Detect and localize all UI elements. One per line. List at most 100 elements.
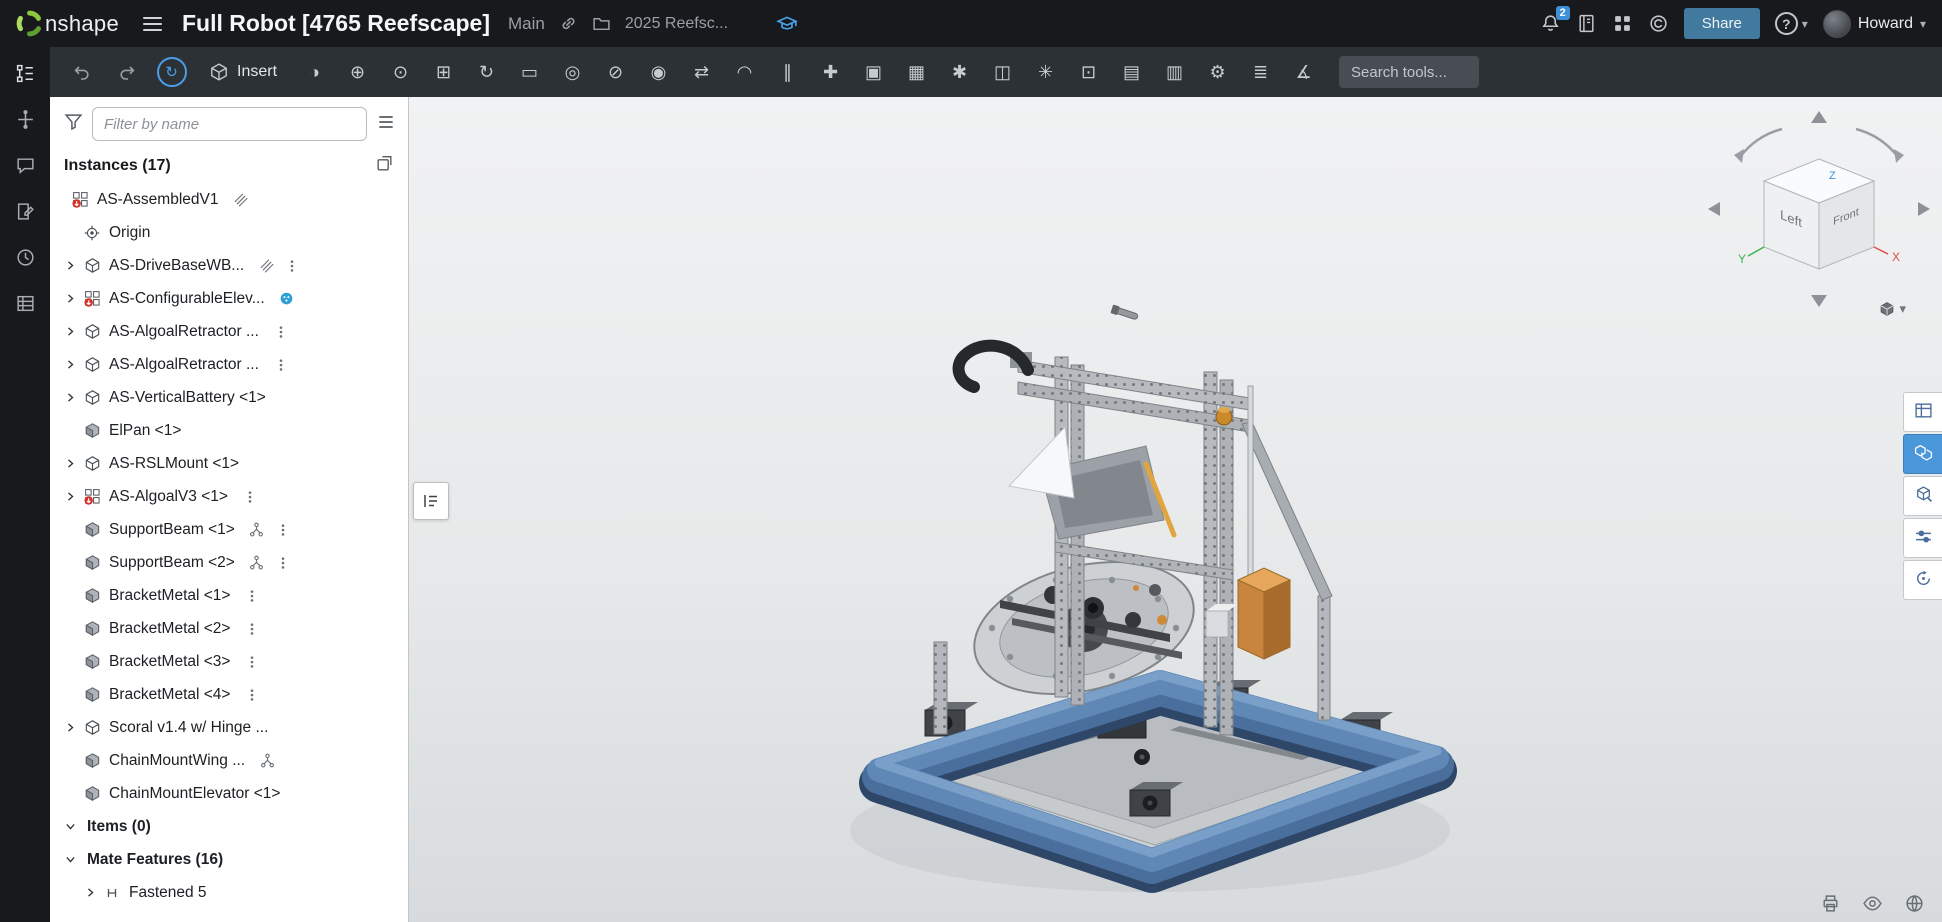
search-tools-input[interactable]: [1339, 56, 1479, 88]
redo-button[interactable]: [105, 53, 148, 91]
bom-tool-button[interactable]: ≣: [1239, 53, 1282, 91]
structure-panel-button[interactable]: [1903, 392, 1942, 432]
list-options-icon[interactable]: [376, 112, 396, 137]
tree-section-header[interactable]: Items (0): [50, 810, 408, 843]
chevron-down-icon[interactable]: [60, 850, 80, 870]
named-positions-tool-button[interactable]: ▤: [1110, 53, 1153, 91]
explode-tool-button[interactable]: ✳: [1024, 53, 1067, 91]
display-panel-button[interactable]: [1903, 518, 1942, 558]
chevron-right-icon[interactable]: [60, 322, 80, 342]
revolute-tool-button[interactable]: ↻: [465, 53, 508, 91]
chevron-right-icon[interactable]: [60, 355, 80, 375]
viewcube-left-button[interactable]: [1708, 202, 1720, 216]
pin-slot-tool-button[interactable]: ⊘: [594, 53, 637, 91]
panel-flyout-button[interactable]: [413, 482, 449, 520]
assembly-tree-rail-button[interactable]: [3, 54, 47, 95]
viewport-3d[interactable]: Left Front Y X Z ▾: [409, 97, 1942, 922]
animate-panel-button[interactable]: [1903, 560, 1942, 600]
section-view-tool-button[interactable]: ◑: [293, 53, 336, 91]
tree-item[interactable]: BracketMetal <1>: [50, 579, 408, 612]
tree-item[interactable]: BracketMetal <4>: [50, 678, 408, 711]
help-menu[interactable]: ? ▾: [1775, 12, 1808, 35]
chevron-right-icon[interactable]: [60, 289, 80, 309]
versions-rail-button[interactable]: [3, 238, 47, 279]
tree-item[interactable]: AS-ConfigurableElev...: [50, 282, 408, 315]
chevron-right-icon[interactable]: [60, 487, 80, 507]
reference-docs-icon[interactable]: [1576, 13, 1597, 34]
chevron-right-icon[interactable]: [60, 718, 80, 738]
viewcube-up-button[interactable]: [1811, 111, 1827, 123]
tree-item[interactable]: Origin: [50, 216, 408, 249]
user-menu[interactable]: Howard ▾: [1823, 10, 1926, 38]
slider-tool-button[interactable]: ⇄: [680, 53, 723, 91]
tree-item[interactable]: AS-AlgoalRetractor ...: [50, 348, 408, 381]
parallel-tool-button[interactable]: ∥: [766, 53, 809, 91]
insert-instance-rail-button[interactable]: [3, 100, 47, 141]
snapshot-tool-button[interactable]: ⊡: [1067, 53, 1110, 91]
notifications-bell-icon[interactable]: 2: [1540, 13, 1561, 34]
comments-rail-button[interactable]: [3, 146, 47, 187]
tree-section-header[interactable]: Mate Features (16): [50, 843, 408, 876]
tree-item[interactable]: ChainMountWing ...: [50, 744, 408, 777]
circular-pattern-tool-button[interactable]: ✱: [938, 53, 981, 91]
tree-item[interactable]: ChainMountElevator <1>: [50, 777, 408, 810]
orientation-button[interactable]: [1900, 891, 1928, 919]
tree-item[interactable]: ElPan <1>: [50, 414, 408, 447]
viewcube-right-button[interactable]: [1918, 202, 1930, 216]
print-button[interactable]: [1816, 891, 1844, 919]
tree-item[interactable]: AS-VerticalBattery <1>: [50, 381, 408, 414]
mate-connector-tool-button[interactable]: ✚: [809, 53, 852, 91]
viewcube-rotate-ccw-button[interactable]: [1734, 129, 1782, 163]
undo-button[interactable]: [60, 53, 103, 91]
chevron-right-icon[interactable]: [60, 454, 80, 474]
viewcube-rotate-cw-button[interactable]: [1856, 129, 1904, 163]
folder-icon[interactable]: [592, 14, 611, 33]
chevron-down-icon[interactable]: [60, 817, 80, 837]
linear-pattern-tool-button[interactable]: ▦: [895, 53, 938, 91]
bom-list-rail-button[interactable]: [3, 284, 47, 325]
group-tool-button[interactable]: ⊞: [422, 53, 465, 91]
tree-item[interactable]: AS-DriveBaseWB...: [50, 249, 408, 282]
display-states-tool-button[interactable]: ▥: [1153, 53, 1196, 91]
tree-item[interactable]: BracketMetal <3>: [50, 645, 408, 678]
workspace-name[interactable]: Main: [508, 14, 545, 34]
parts-panel-button[interactable]: [1903, 476, 1942, 516]
view-menu-button[interactable]: ▾: [1879, 301, 1906, 317]
tree-item[interactable]: AS-AlgoalRetractor ...: [50, 315, 408, 348]
folder-name[interactable]: 2025 Reefsc...: [625, 15, 728, 33]
tangent-tool-button[interactable]: ◠: [723, 53, 766, 91]
chevron-right-icon[interactable]: [60, 256, 80, 276]
learning-center-icon[interactable]: [776, 13, 798, 35]
tree-item[interactable]: Fastened 5: [50, 876, 408, 909]
tree-item[interactable]: AS-RSLMount <1>: [50, 447, 408, 480]
configurations-tool-button[interactable]: ⚙: [1196, 53, 1239, 91]
ball-tool-button[interactable]: ◉: [637, 53, 680, 91]
insert-shortcut-icon[interactable]: [375, 154, 394, 178]
viewcube-down-button[interactable]: [1811, 295, 1827, 307]
visibility-button[interactable]: [1858, 891, 1886, 919]
tree-item[interactable]: BracketMetal <2>: [50, 612, 408, 645]
fasten-tool-button[interactable]: ⊕: [336, 53, 379, 91]
measure-tool-button[interactable]: ∡: [1282, 53, 1325, 91]
filter-input[interactable]: [92, 107, 367, 141]
insert-button[interactable]: Insert: [195, 53, 291, 91]
appearance-panel-button[interactable]: [1903, 434, 1942, 474]
replicate-tool-button[interactable]: ▣: [852, 53, 895, 91]
tree-item[interactable]: SupportBeam <1>: [50, 513, 408, 546]
mate-tool-button[interactable]: ⊙: [379, 53, 422, 91]
cylindrical-tool-button[interactable]: ◎: [551, 53, 594, 91]
tree-item[interactable]: AS-AssembledV1: [50, 183, 408, 216]
feature-edit-rail-button[interactable]: [3, 192, 47, 233]
sync-button[interactable]: ↻: [150, 53, 193, 91]
app-store-icon[interactable]: [1612, 13, 1633, 34]
community-icon[interactable]: [1648, 13, 1669, 34]
chevron-right-icon[interactable]: [60, 388, 80, 408]
copy-link-icon[interactable]: [559, 14, 578, 33]
tree-item[interactable]: Scoral v1.4 w/ Hinge ...: [50, 711, 408, 744]
tree-item[interactable]: SupportBeam <2>: [50, 546, 408, 579]
main-menu-button[interactable]: [143, 17, 162, 31]
filter-funnel-icon[interactable]: [64, 112, 83, 136]
mirror-tool-button[interactable]: ◫: [981, 53, 1024, 91]
chevron-right-icon[interactable]: [80, 883, 100, 903]
onshape-logo[interactable]: nshape: [16, 10, 119, 37]
